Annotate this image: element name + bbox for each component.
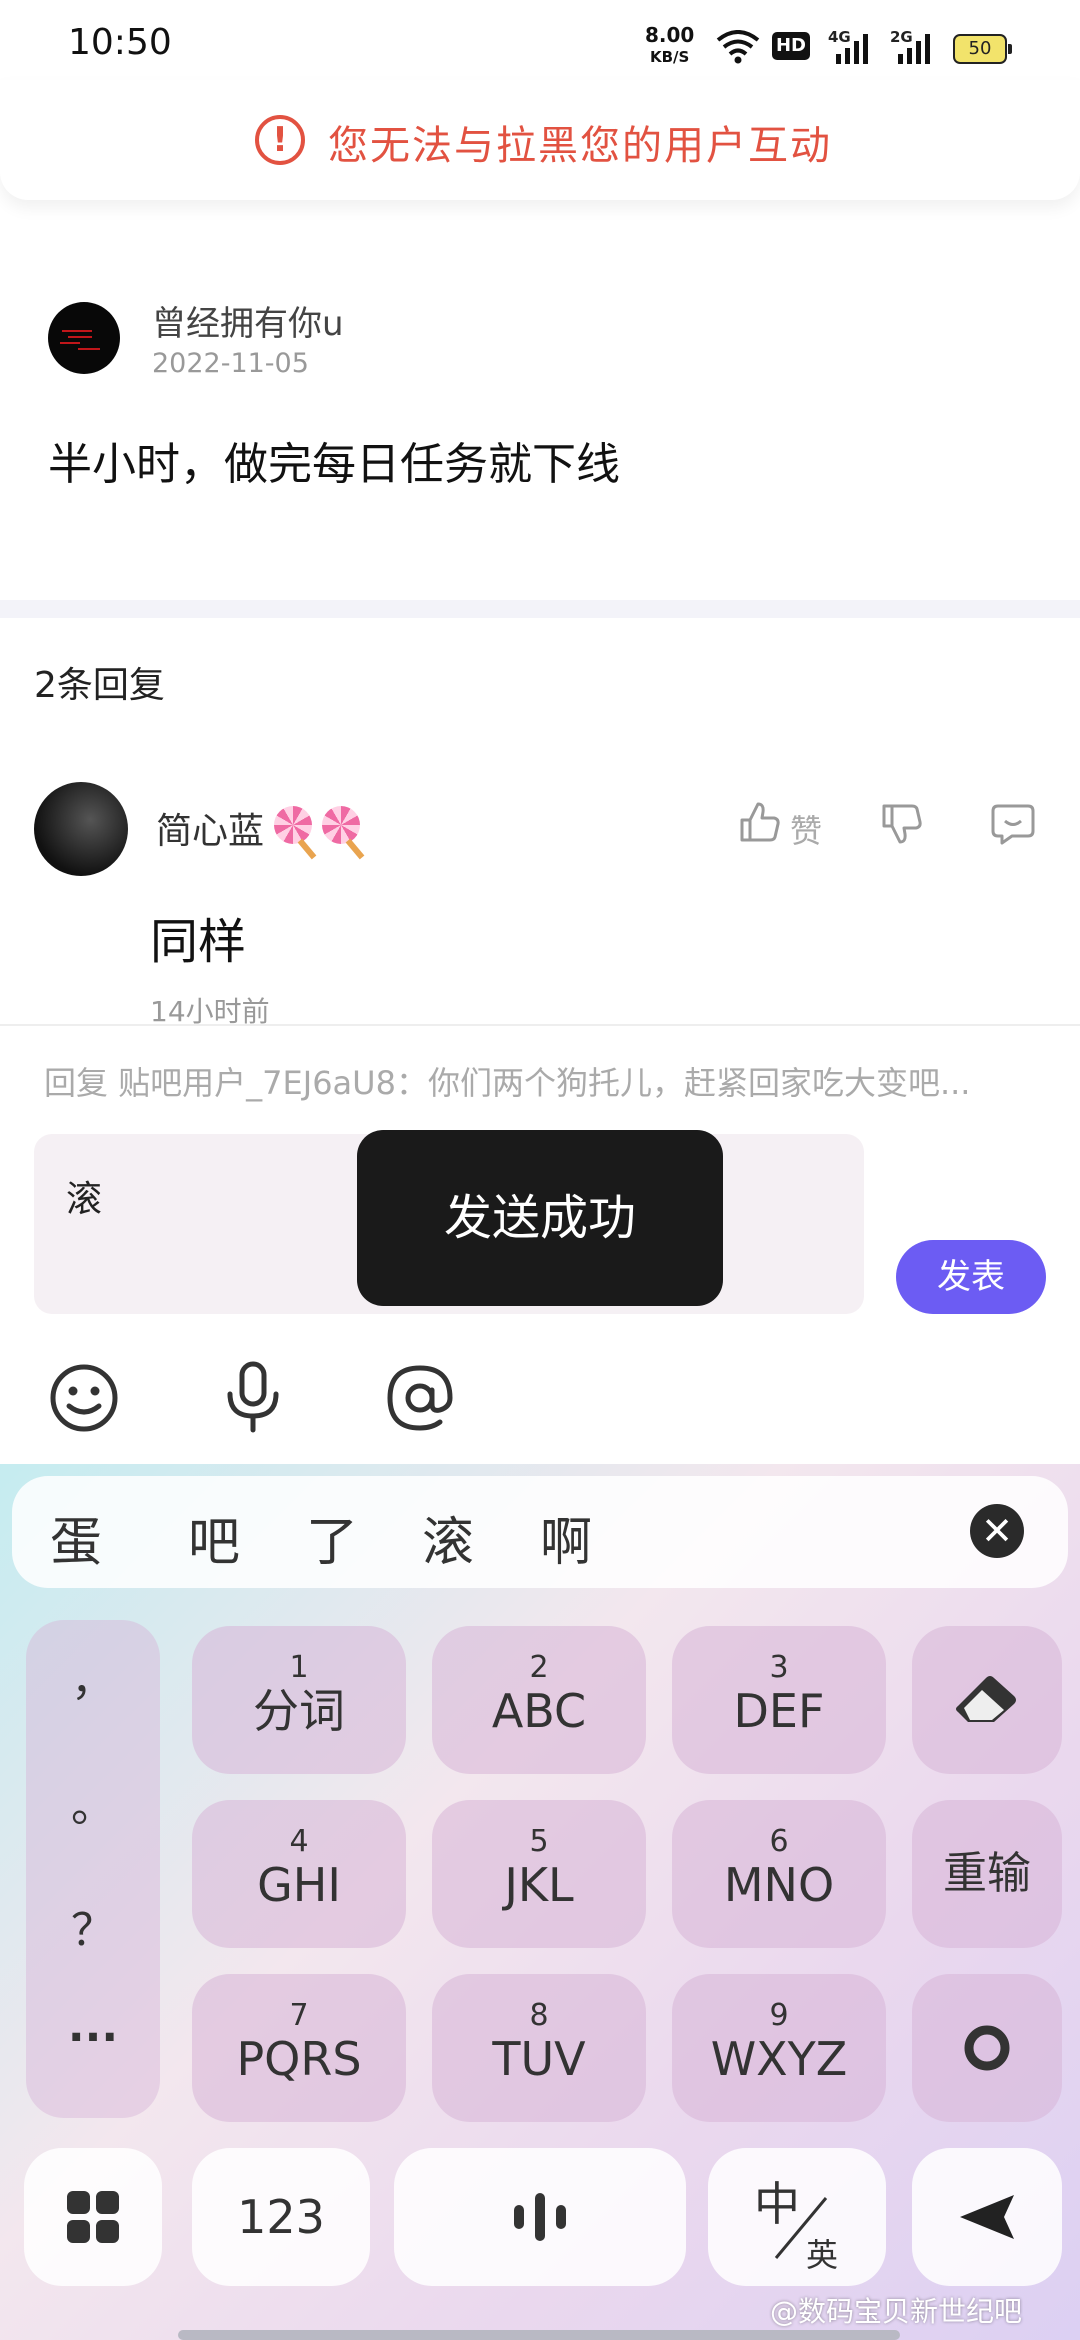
key-number: 6: [769, 1824, 789, 1859]
lollipop-stick: [345, 838, 365, 860]
key-number: 5: [529, 1824, 549, 1859]
warning-text: 您无法与拉黑您的用户互动: [328, 123, 832, 169]
candidate-word[interactable]: 滚: [422, 1500, 474, 1575]
dislike-thumb-down-icon[interactable]: [880, 802, 924, 846]
send-arrow-icon: [960, 2195, 1014, 2239]
punct-comma-key[interactable]: ，: [26, 1644, 160, 1708]
reply-count-label: 2条回复: [34, 665, 165, 706]
hd-badge: HD: [772, 32, 810, 60]
comment-bubble-icon[interactable]: [990, 802, 1036, 846]
numbers-key[interactable]: 123: [192, 2148, 370, 2286]
key-4[interactable]: 4 GHI: [192, 1800, 406, 1948]
network-speed-value: 8.00: [645, 23, 695, 47]
key-label: 分词: [253, 1684, 345, 1738]
section-divider: [0, 600, 1080, 618]
key-7[interactable]: 7 PQRS: [192, 1974, 406, 2122]
send-arrow-key[interactable]: [912, 2148, 1062, 2286]
enter-key[interactable]: [912, 1974, 1062, 2122]
candidate-word[interactable]: 蛋: [50, 1500, 102, 1575]
key-9[interactable]: 9 WXYZ: [672, 1974, 886, 2122]
key-label: PQRS: [236, 2032, 362, 2086]
key-label: TUV: [492, 2032, 586, 2086]
emoji-icon[interactable]: [48, 1362, 120, 1434]
reenter-key[interactable]: 重输: [912, 1800, 1062, 1948]
space-bars-icon: [514, 2193, 566, 2241]
eraser-icon: [956, 1676, 1016, 1722]
key-number: 8: [529, 1998, 549, 2033]
key-2[interactable]: 2 ABC: [432, 1626, 646, 1774]
key-5[interactable]: 5 JKL: [432, 1800, 646, 1948]
key-number: 4: [289, 1824, 309, 1859]
key-8[interactable]: 8 TUV: [432, 1974, 646, 2122]
like-thumb-up-icon[interactable]: [738, 800, 782, 844]
candidate-word[interactable]: 了: [306, 1500, 358, 1575]
key-6[interactable]: 6 MNO: [672, 1800, 886, 1948]
key-label: JKL: [504, 1858, 574, 1912]
language-switch-key[interactable]: 中 英: [708, 2148, 886, 2286]
key-label: ABC: [491, 1684, 587, 1738]
warning-circle-icon: !: [255, 115, 305, 165]
network-speed-unit: KB/S: [650, 48, 690, 66]
reply-content: 同样: [150, 914, 247, 970]
mention-at-icon[interactable]: [382, 1360, 458, 1436]
reply-input-value[interactable]: 滚: [66, 1170, 102, 1222]
reply-target-hint: 回复 贴吧用户_7EJ6aU8：你们两个狗托儿，赶紧回家吃大变吧...: [44, 1064, 971, 1102]
post-author-name[interactable]: 曾经拥有你u: [152, 296, 344, 345]
space-key[interactable]: [394, 2148, 686, 2286]
key-label: WXYZ: [710, 2032, 848, 2086]
signal-icon-sim1: [836, 34, 868, 64]
publish-button[interactable]: 发表: [896, 1240, 1046, 1314]
key-label: DEF: [733, 1684, 825, 1738]
lollipop-emoji-icon: [322, 806, 360, 844]
send-success-toast: 发送成功: [357, 1130, 723, 1306]
candidate-word[interactable]: 吧: [188, 1500, 240, 1575]
punct-more-key[interactable]: ···: [26, 2012, 160, 2063]
key-number: 7: [289, 1998, 309, 2033]
like-label[interactable]: 赞: [790, 806, 822, 852]
watermark: @数码宝贝新世纪吧: [770, 2295, 1023, 2328]
post-date: 2022-11-05: [152, 348, 309, 379]
backspace-key[interactable]: [912, 1626, 1062, 1774]
close-candidates-icon[interactable]: ✕: [970, 1504, 1024, 1558]
blocked-warning-banner: ! 您无法与拉黑您的用户互动: [0, 80, 1080, 200]
candidate-word[interactable]: 啊: [540, 1500, 592, 1575]
punct-question-key[interactable]: ？: [26, 1894, 160, 1958]
key-number: 3: [769, 1650, 789, 1685]
network-speed: 8.00 KB/S: [645, 24, 694, 68]
grid-menu-icon: [67, 2191, 119, 2243]
navigation-handle[interactable]: [178, 2330, 900, 2340]
battery-icon: 50: [953, 34, 1012, 64]
wifi-icon: [716, 30, 760, 64]
key-label: MNO: [723, 1858, 835, 1912]
microphone-icon[interactable]: [218, 1360, 288, 1436]
lollipop-stick: [297, 838, 317, 860]
post-content: 半小时，做完每日任务就下线: [48, 439, 620, 490]
keyboard-menu-key[interactable]: [24, 2148, 162, 2286]
status-time: 10:50: [68, 22, 172, 63]
signal-icon-sim2: [898, 34, 930, 64]
reply-author-avatar[interactable]: [34, 782, 128, 876]
post-author-avatar[interactable]: [48, 302, 120, 374]
key-3[interactable]: 3 DEF: [672, 1626, 886, 1774]
punct-period-key[interactable]: 。: [26, 1770, 160, 1834]
key-label: GHI: [257, 1858, 341, 1912]
key-number: 2: [529, 1650, 549, 1685]
key-1[interactable]: 1 分词: [192, 1626, 406, 1774]
enter-circle-icon: [964, 2025, 1010, 2071]
reply-author-name[interactable]: 简心蓝: [156, 802, 264, 854]
key-number: 1: [289, 1650, 309, 1685]
lang-en-label: 英: [806, 2236, 839, 2274]
key-number: 9: [769, 1998, 789, 2033]
lollipop-emoji-icon: [274, 806, 312, 844]
